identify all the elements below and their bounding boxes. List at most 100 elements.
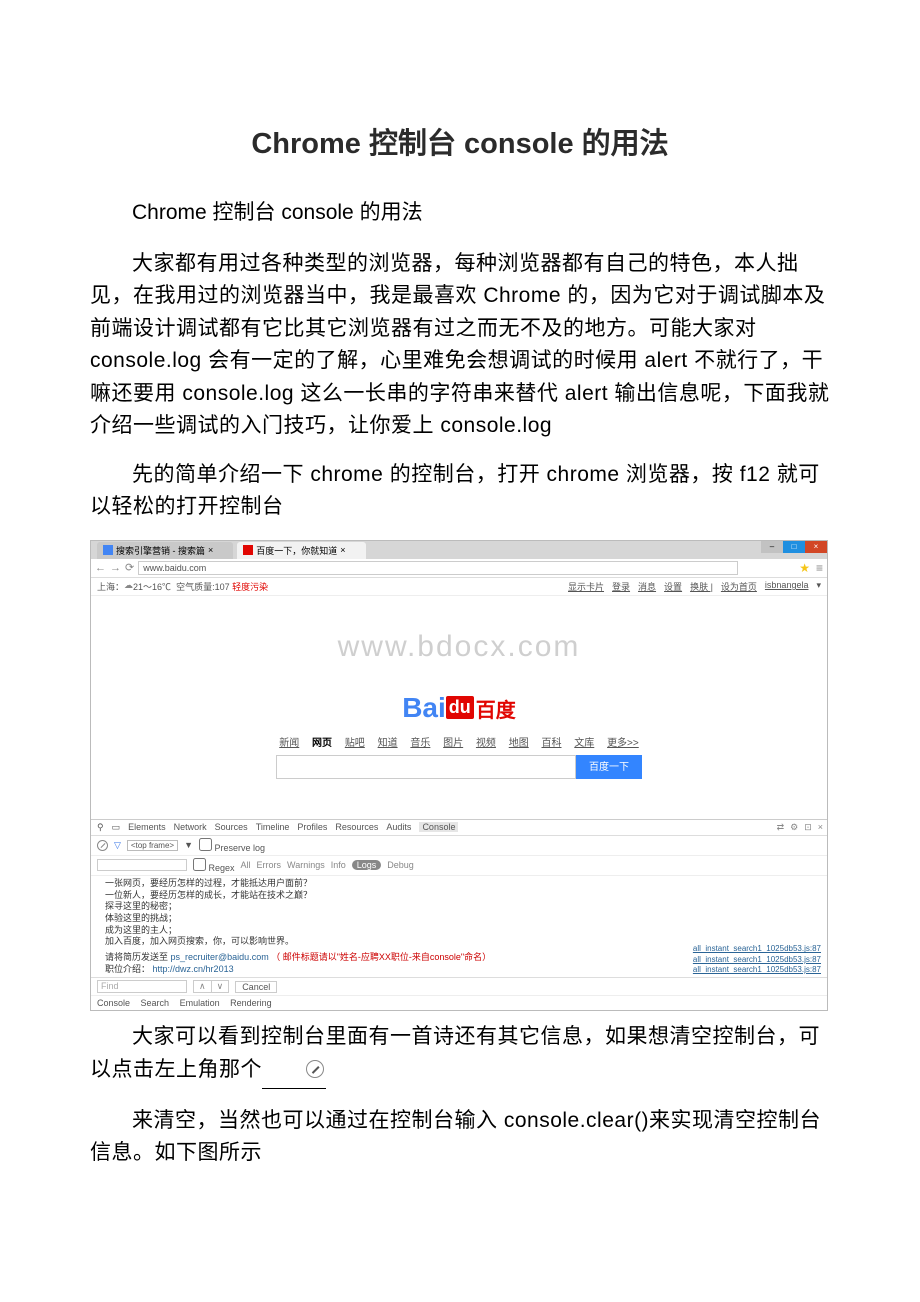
dt-tab[interactable]: Resources — [335, 822, 378, 832]
dt-tab[interactable]: Network — [174, 822, 207, 832]
nav-item[interactable]: 贴吧 — [345, 738, 365, 749]
console-source-links: all_instant_search1_1025db53.js:87 all_i… — [693, 944, 821, 975]
weather-location: 上海： — [97, 580, 124, 593]
find-prev-button[interactable]: ∧ — [194, 981, 212, 992]
weather-temp: 21～16℃ — [133, 580, 171, 593]
dock-side-icon[interactable]: ⊡ — [804, 822, 812, 833]
drawer-tab[interactable]: Console — [97, 998, 130, 1008]
logo-cn: 百度 — [476, 700, 516, 722]
url-input[interactable]: www.baidu.com — [138, 561, 738, 575]
toplink[interactable]: 设为首页 — [721, 580, 757, 593]
page-top-strip: 上海： ☁ 21～16℃ 空气质量:107 轻度污染 显示卡片 登录 消息 设置… — [91, 578, 827, 596]
toplink[interactable]: 显示卡片 — [568, 580, 604, 593]
logo-bai: Bai — [402, 692, 446, 723]
filter-level-logs-active[interactable]: Logs — [352, 860, 382, 870]
nav-item[interactable]: 视频 — [476, 738, 496, 749]
user-dropdown-icon[interactable]: ▾ — [816, 580, 821, 593]
recruit-email: ps_recruiter@baidu.com — [171, 952, 269, 962]
document-subtitle: Chrome 控制台 console 的用法 — [90, 196, 830, 230]
nav-item[interactable]: 百科 — [542, 738, 562, 749]
toplink[interactable]: 登录 — [612, 580, 630, 593]
nav-item[interactable]: 地图 — [509, 738, 529, 749]
devtools-close-icon[interactable]: × — [818, 822, 823, 833]
watermark-text: www.bdocx.com — [91, 630, 827, 664]
drawer-tab[interactable]: Rendering — [230, 998, 272, 1008]
toplink-username[interactable]: isbnangela — [765, 580, 809, 593]
drawer-tab[interactable]: Emulation — [180, 998, 220, 1008]
clear-console-inline-icon — [306, 1060, 324, 1078]
clear-console-icon[interactable] — [97, 840, 108, 851]
nav-item[interactable]: 图片 — [443, 738, 463, 749]
tab-close-icon[interactable]: × — [340, 545, 345, 555]
baidu-logo: Baidu百度 — [91, 692, 827, 724]
air-quality-label: 空气质量:107 — [176, 580, 230, 593]
nav-item-more[interactable]: 更多>> — [607, 738, 639, 749]
preserve-log-checkbox[interactable]: Preserve log — [199, 838, 265, 853]
filter-level-warnings[interactable]: Warnings — [287, 860, 325, 870]
window-maximize-button[interactable]: □ — [783, 541, 805, 553]
nav-item[interactable]: 知道 — [378, 738, 398, 749]
settings-gear-icon[interactable]: ⚙ — [790, 822, 798, 833]
frame-selector[interactable]: <top frame> — [127, 840, 178, 851]
toplink[interactable]: 设置 — [664, 580, 682, 593]
url-text: www.baidu.com — [143, 563, 206, 573]
nav-item[interactable]: 音乐 — [410, 738, 430, 749]
favicon-icon — [243, 545, 253, 555]
nav-item[interactable]: 文库 — [574, 738, 594, 749]
back-icon[interactable]: ← — [95, 562, 106, 574]
browser-tab[interactable]: 搜索引擎营销 - 搜索篇 × — [97, 542, 233, 559]
filter-level-all[interactable]: All — [241, 860, 251, 870]
search-input[interactable] — [276, 755, 576, 779]
regex-checkbox[interactable]: Regex — [193, 858, 235, 873]
dt-tab[interactable]: Sources — [215, 822, 248, 832]
drawer-tab[interactable]: Search — [141, 998, 170, 1008]
bookmark-star-icon[interactable]: ★ — [799, 561, 810, 575]
search-button[interactable]: 百度一下 — [576, 755, 642, 779]
paragraph-3: 大家可以看到控制台里面有一首诗还有其它信息，如果想清空控制台，可以点击左上角那个 — [90, 1021, 830, 1088]
recruit-label: 请将简历发送至 — [105, 952, 171, 962]
frame-dropdown-icon[interactable]: ▼ — [184, 840, 193, 850]
filter-level-debug[interactable]: Debug — [387, 860, 414, 870]
nav-item-active[interactable]: 网页 — [312, 738, 332, 749]
source-link[interactable]: all_instant_search1_1025db53.js:87 — [693, 944, 821, 954]
devtools-context-row: ▽ <top frame> ▼ Preserve log — [91, 836, 827, 856]
joblink-label: 职位介绍： — [105, 964, 150, 974]
para3-text: 大家可以看到控制台里面有一首诗还有其它信息，如果想清空控制台，可以点击左上角那个 — [90, 1025, 820, 1081]
filter-level-errors[interactable]: Errors — [257, 860, 282, 870]
joblink-url[interactable]: http://dwz.cn/hr2013 — [153, 964, 234, 974]
weather-icon: ☁ — [124, 580, 133, 593]
find-cancel-button[interactable]: Cancel — [235, 981, 277, 993]
dt-tab[interactable]: Timeline — [256, 822, 290, 832]
dt-tab-console-active[interactable]: Console — [419, 822, 458, 832]
forward-icon[interactable]: → — [110, 562, 121, 574]
devtools-find-bar: Find ∧ ∨ Cancel — [91, 977, 827, 995]
toplink[interactable]: 换肤 | — [690, 580, 713, 593]
filter-level-info[interactable]: Info — [331, 860, 346, 870]
document-title: Chrome 控制台 console 的用法 — [90, 120, 830, 162]
find-next-button[interactable]: ∨ — [212, 981, 229, 992]
toplink[interactable]: 消息 — [638, 580, 656, 593]
devtools-panel: ⚲ ▭ Elements Network Sources Timeline Pr… — [91, 819, 827, 1011]
devtools-tab-bar: ⚲ ▭ Elements Network Sources Timeline Pr… — [91, 820, 827, 836]
browser-screenshot: 搜索引擎营销 - 搜索篇 × 百度一下，你就知道 × – □ × ← → ⟳ w… — [90, 540, 828, 1012]
find-input[interactable]: Find — [97, 980, 187, 993]
execution-context-icon[interactable]: ▽ — [114, 840, 121, 851]
window-minimize-button[interactable]: – — [761, 541, 783, 553]
device-toggle-icon[interactable]: ▭ — [112, 822, 121, 833]
browser-menu-icon[interactable]: ≡ — [816, 561, 823, 575]
nav-item[interactable]: 新闻 — [279, 738, 299, 749]
source-link[interactable]: all_instant_search1_1025db53.js:87 — [693, 965, 821, 975]
console-filter-input[interactable] — [97, 859, 187, 871]
tab-close-icon[interactable]: × — [208, 545, 213, 555]
window-close-button[interactable]: × — [805, 541, 827, 553]
source-link[interactable]: all_instant_search1_1025db53.js:87 — [693, 955, 821, 965]
console-line: 一张网页，要经历怎样的过程，才能抵达用户面前？ — [105, 878, 821, 890]
dt-tab[interactable]: Audits — [386, 822, 411, 832]
browser-tab-active[interactable]: 百度一下，你就知道 × — [237, 542, 365, 559]
dt-tab[interactable]: Profiles — [297, 822, 327, 832]
reload-icon[interactable]: ⟳ — [125, 561, 134, 574]
dt-tab[interactable]: Elements — [128, 822, 166, 832]
paragraph-1: 大家都有用过各种类型的浏览器，每种浏览器都有自己的特色，本人拙见，在我用过的浏览… — [90, 248, 830, 443]
inspect-icon[interactable]: ⚲ — [97, 822, 104, 833]
drawer-toggle-icon[interactable]: ⇄ — [777, 822, 785, 833]
